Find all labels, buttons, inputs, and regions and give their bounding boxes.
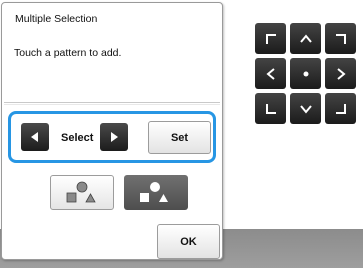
pad-right-button[interactable] (325, 58, 356, 89)
select-label: Select (61, 132, 94, 144)
pad-up-right-button[interactable] (325, 23, 356, 54)
pad-down-left-button[interactable] (255, 93, 286, 124)
dialog-title: Multiple Selection (15, 13, 98, 25)
corner-down-right-icon (335, 103, 346, 114)
corner-down-left-icon (265, 103, 276, 114)
pad-down-right-button[interactable] (325, 93, 356, 124)
ok-button[interactable]: OK (157, 224, 220, 259)
center-dot-icon (303, 71, 308, 76)
set-button-label: Set (170, 131, 189, 144)
pattern-mode-button-light[interactable] (50, 175, 114, 210)
pad-down-button[interactable] (290, 93, 321, 124)
corner-up-left-icon (265, 33, 276, 44)
shapes-icon (66, 181, 96, 203)
pad-up-button[interactable] (290, 23, 321, 54)
pad-left-button[interactable] (255, 58, 286, 89)
dialog-message: Touch a pattern to add. (14, 47, 122, 59)
triangle-left-icon (31, 132, 38, 142)
select-next-button[interactable] (100, 123, 128, 151)
pattern-mode-button-dark[interactable] (124, 175, 188, 210)
triangle-right-icon (111, 132, 118, 142)
corner-up-right-icon (335, 33, 346, 44)
select-prev-button[interactable] (21, 123, 49, 151)
shapes-icon (140, 182, 168, 202)
multiple-selection-dialog: Multiple Selection Touch a pattern to ad… (1, 2, 223, 260)
divider (4, 104, 220, 105)
chevron-right-icon (336, 67, 346, 80)
arrow-pad (255, 23, 356, 124)
chevron-left-icon (265, 67, 275, 80)
pad-center-button[interactable] (290, 58, 321, 89)
ok-button-label: OK (180, 235, 197, 248)
chevron-up-icon (299, 33, 312, 43)
divider (4, 102, 220, 103)
set-button[interactable]: Set (148, 121, 211, 154)
chevron-down-icon (299, 104, 312, 114)
pad-up-left-button[interactable] (255, 23, 286, 54)
